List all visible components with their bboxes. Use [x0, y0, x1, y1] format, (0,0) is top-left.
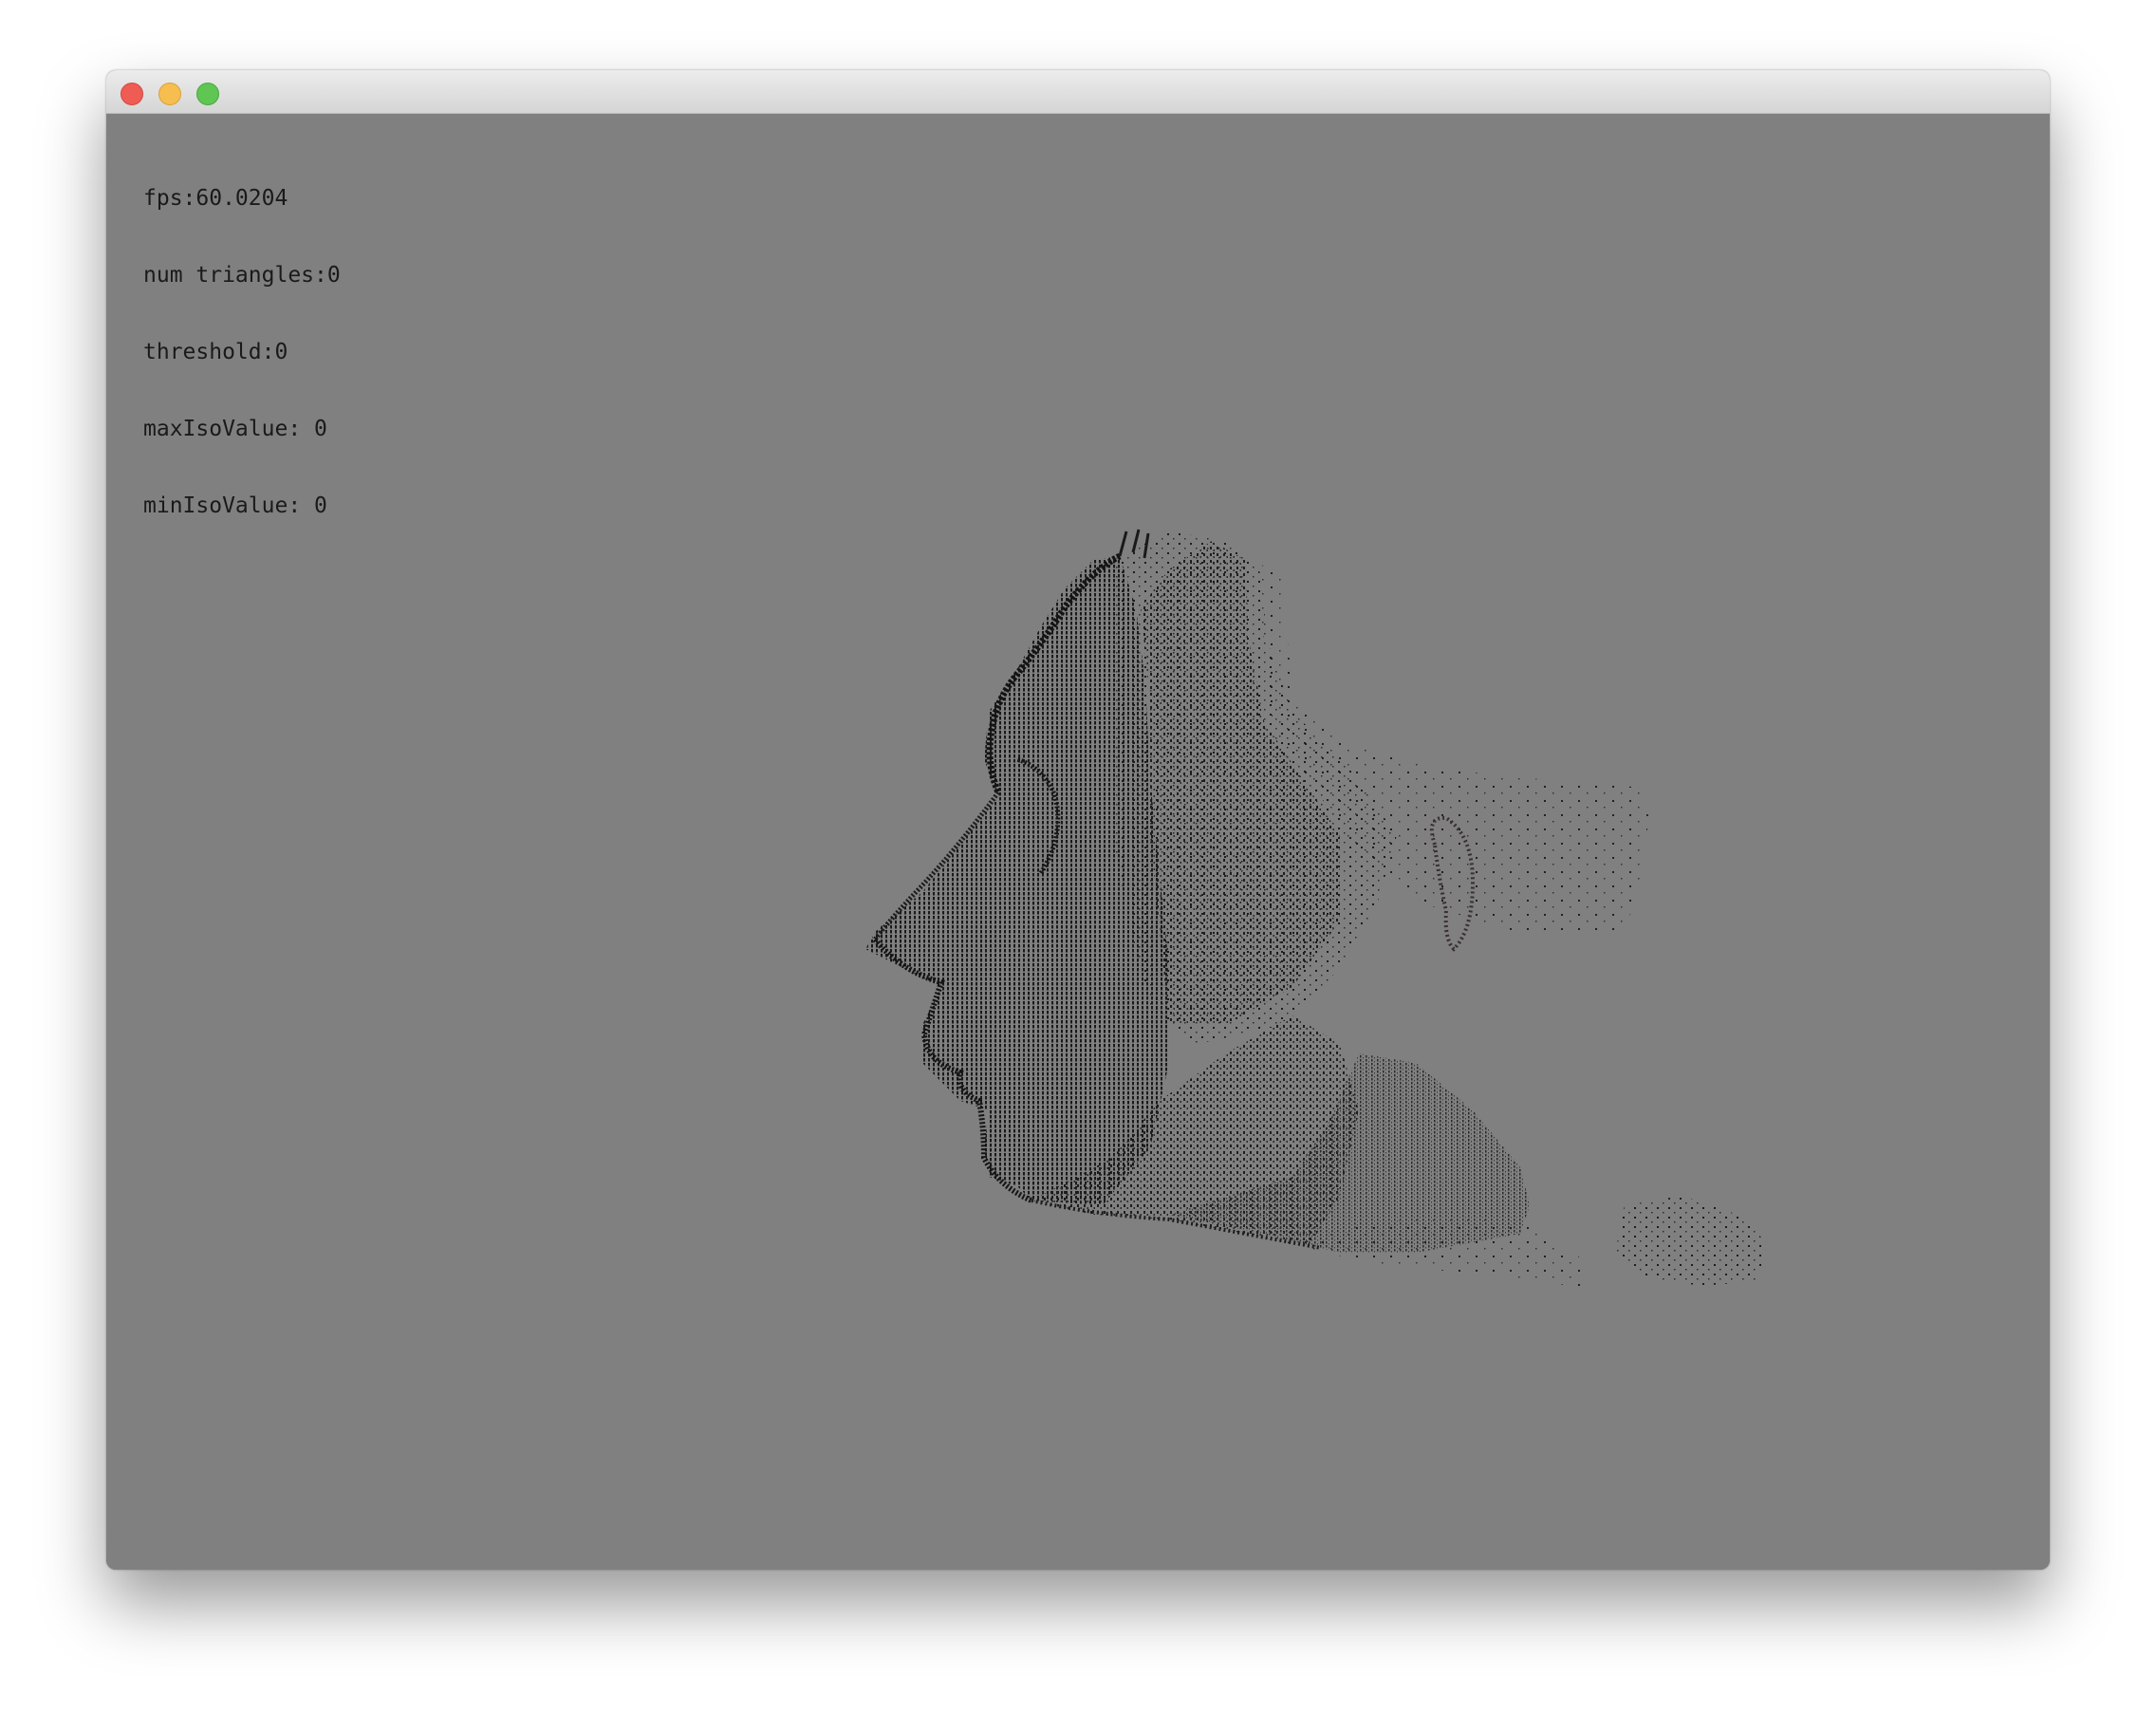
app-window: fps:60.0204 num triangles:0 threshold:0 …	[106, 70, 2050, 1570]
debug-overlay: fps:60.0204 num triangles:0 threshold:0 …	[143, 135, 341, 570]
max-iso-readout: maxIsoValue: 0	[143, 417, 327, 441]
min-iso-readout: minIsoValue: 0	[143, 493, 327, 518]
render-viewport[interactable]: fps:60.0204 num triangles:0 threshold:0 …	[106, 114, 2050, 1570]
triangle-count-readout: num triangles:0	[143, 263, 341, 288]
minimize-button[interactable]	[158, 83, 181, 105]
head-point-cloud	[865, 529, 1767, 1291]
threshold-readout: threshold:0	[143, 340, 288, 364]
point-cloud	[865, 529, 1767, 1291]
face-profile-points	[865, 556, 1169, 1205]
fps-readout: fps:60.0204	[143, 186, 288, 211]
shoulder-points	[1615, 1196, 1767, 1286]
title-bar[interactable]	[106, 70, 2050, 114]
close-button[interactable]	[121, 83, 143, 105]
maximize-button[interactable]	[196, 83, 219, 105]
